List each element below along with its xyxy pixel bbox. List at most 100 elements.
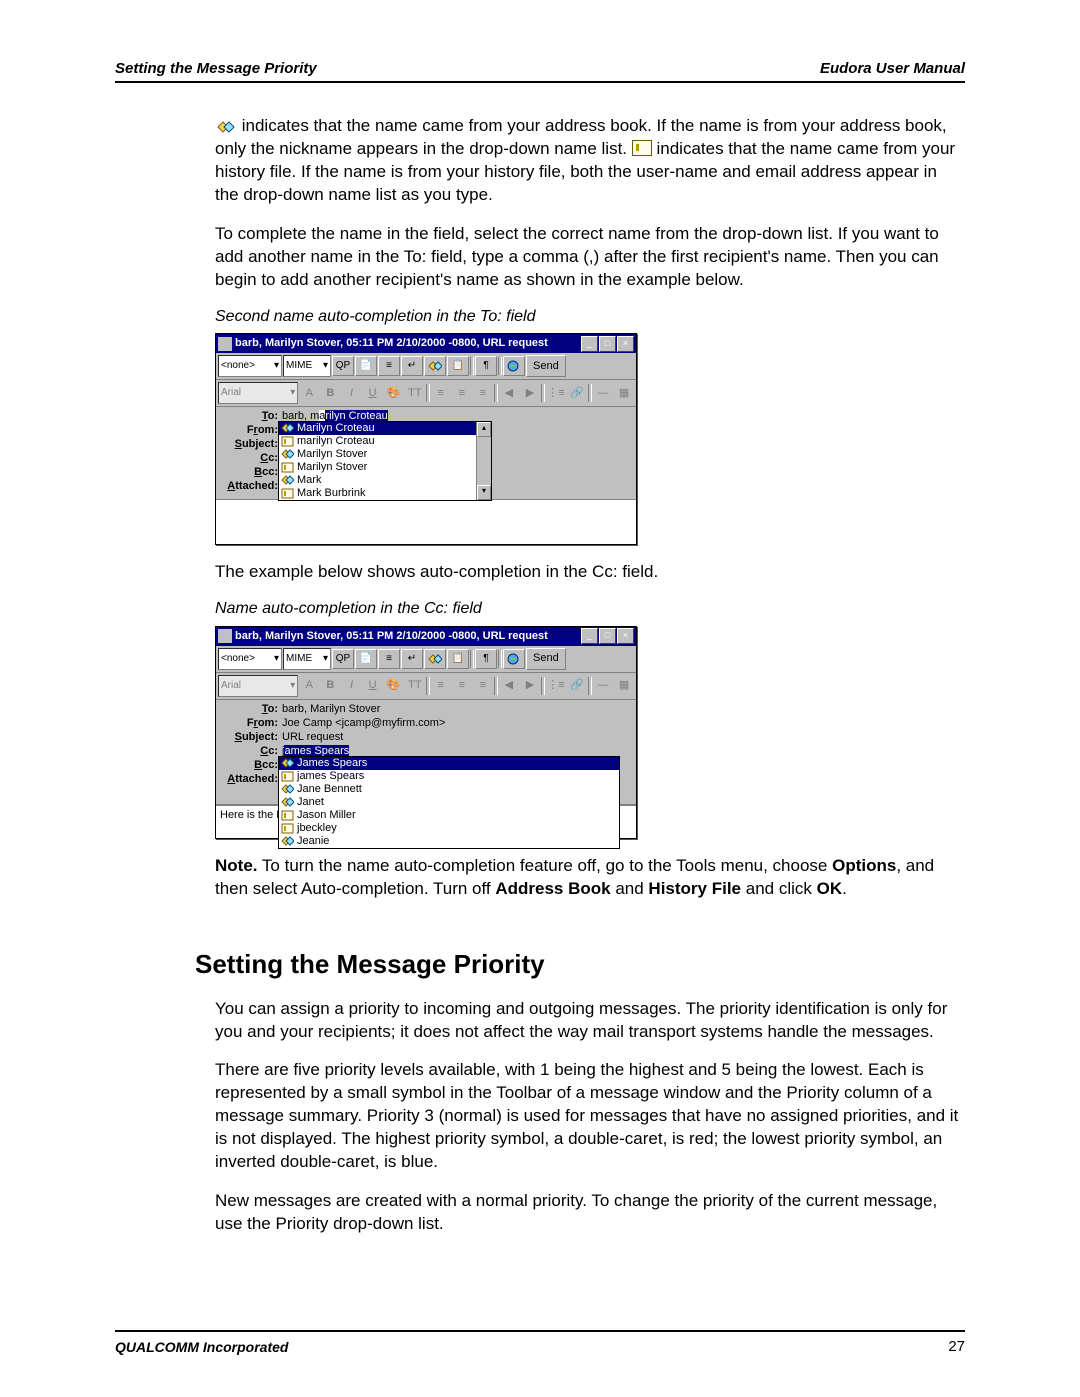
autocomplete-item[interactable]: Jason Miller [279,809,619,822]
titlebar[interactable]: barb, Marilyn Stover, 05:11 PM 2/10/2000… [216,334,636,353]
to-field[interactable]: barb, Marilyn Stover [282,702,632,716]
align-left-button[interactable]: ≡ [431,383,451,403]
minimize-button[interactable]: _ [581,336,598,352]
autocomplete-dropdown[interactable]: ▴▾ Marilyn Croteaumarilyn CroteauMarilyn… [278,421,492,501]
subject-field[interactable]: URL request [282,730,632,744]
spellcheck-button[interactable] [503,356,525,376]
autocomplete-item[interactable]: Jeanie [279,835,619,848]
history-card-icon [281,436,294,447]
autocomplete-item[interactable]: james Spears [279,770,619,783]
scroll-up-button[interactable]: ▴ [477,422,491,437]
window-title: barb, Marilyn Stover, 05:11 PM 2/10/2000… [235,336,548,351]
align-right-button[interactable]: ≡ [473,383,493,403]
autocomplete-item[interactable]: Mark [279,474,491,487]
autocomplete-item[interactable]: Janet [279,796,619,809]
address-book-icon [281,758,294,769]
align-center-button[interactable]: ≡ [452,383,472,403]
encoding-dropdown[interactable]: MIME▾ [283,355,331,377]
paragraph-1: indicates that the name came from your a… [215,115,965,207]
italic-button[interactable]: I [341,383,361,403]
qp-button[interactable]: QP [332,356,354,376]
qp-button[interactable]: QP [332,649,354,669]
address-book-button[interactable] [424,649,446,669]
underline-button[interactable]: U [363,383,383,403]
autocomplete-item[interactable]: James Spears [279,757,619,770]
close-button[interactable]: × [617,336,634,352]
italic-button[interactable]: I [341,676,361,696]
align-center-button[interactable]: ≡ [452,676,472,696]
from-label: From: [220,716,282,730]
send-button[interactable]: Send [526,648,566,670]
send-button[interactable]: Send [526,355,566,377]
scroll-down-button[interactable]: ▾ [477,485,491,500]
message-body[interactable] [216,499,636,544]
link-button[interactable]: 🔗 [567,383,587,403]
minimize-button[interactable]: _ [581,628,598,644]
history-card-icon [281,810,294,821]
align-left-button[interactable]: ≡ [431,676,451,696]
color-button[interactable]: 🎨 [384,676,404,696]
autocomplete-item[interactable]: jbeckley [279,822,619,835]
format-toolbar: Arial▾ A B I U 🎨 TT ≡ ≡ ≡ ◀ ▶ ⋮≡ 🔗 — ▦ [216,673,636,700]
bold-button[interactable]: B [320,383,340,403]
insert-object-button[interactable]: ▦ [614,383,634,403]
autocomplete-item[interactable]: Marilyn Stover [279,448,491,461]
tt-button[interactable]: TT [405,383,425,403]
insert-object-button[interactable]: ▦ [614,676,634,696]
autocomplete-item[interactable]: Marilyn Stover [279,461,491,474]
formatting-button[interactable]: ¶ [475,356,497,376]
footer-company: QUALCOMM Incorporated [115,1339,288,1355]
paragraph-6: New messages are created with a normal p… [215,1190,965,1236]
indent-button[interactable]: ▶ [520,383,540,403]
header-right: Eudora User Manual [820,60,965,77]
address-book-button[interactable] [424,356,446,376]
bullets-button[interactable]: ⋮≡ [546,676,566,696]
underline-button[interactable]: U [363,676,383,696]
wrap-button[interactable]: ↵ [401,356,423,376]
color-button[interactable]: 🎨 [384,383,404,403]
priority-dropdown[interactable]: <none>▾ [218,355,282,377]
main-toolbar: <none>▾ MIME▾ QP 📄 ≡ ↵ 📋 ¶ Send [216,353,636,380]
wrap-button[interactable]: ↵ [401,649,423,669]
address-book-icon [281,423,294,434]
insert-hr-button[interactable]: — [593,383,613,403]
maximize-button[interactable]: □ [599,628,616,644]
autocomplete-item[interactable]: marilyn Croteau [279,435,491,448]
autocomplete-item[interactable]: Mark Burbrink [279,487,491,500]
formatting-button[interactable]: ¶ [475,649,497,669]
address-book-icon [281,475,294,486]
maximize-button[interactable]: □ [599,336,616,352]
align-right-button[interactable]: ≡ [473,676,493,696]
size-button[interactable]: A [299,383,319,403]
autocomplete-item[interactable]: Jane Bennett [279,783,619,796]
autocomplete-dropdown[interactable]: James Spearsjames SpearsJane BennettJane… [278,756,620,849]
outdent-button[interactable]: ◀ [499,676,519,696]
priority-dropdown[interactable]: <none>▾ [218,648,282,670]
stationery-button[interactable]: 📄 [355,649,377,669]
address-book-icon [281,449,294,460]
return-receipt-button[interactable]: 📋 [447,649,469,669]
spellcheck-button[interactable] [503,649,525,669]
font-dropdown[interactable]: Arial▾ [218,382,298,404]
bold-button[interactable]: B [320,676,340,696]
autocomplete-item[interactable]: Marilyn Croteau [279,422,491,435]
indent-button[interactable]: ▶ [520,676,540,696]
titlebar[interactable]: barb, Marilyn Stover, 05:11 PM 2/10/2000… [216,627,636,646]
outdent-button[interactable]: ◀ [499,383,519,403]
tt-button[interactable]: TT [405,676,425,696]
bullets-button[interactable]: ⋮≡ [546,383,566,403]
bcc-label: Bcc: [220,465,282,479]
close-button[interactable]: × [617,628,634,644]
stationery-button[interactable]: 📄 [355,356,377,376]
signature-button[interactable]: ≡ [378,649,400,669]
font-dropdown[interactable]: Arial▾ [218,675,298,697]
size-button[interactable]: A [299,676,319,696]
from-field[interactable]: Joe Camp <jcamp@myfirm.com> [282,716,632,730]
return-receipt-button[interactable]: 📋 [447,356,469,376]
signature-button[interactable]: ≡ [378,356,400,376]
encoding-dropdown[interactable]: MIME▾ [283,648,331,670]
insert-hr-button[interactable]: — [593,676,613,696]
history-card-icon [281,462,294,473]
link-button[interactable]: 🔗 [567,676,587,696]
subject-label: Subject: [220,730,282,744]
